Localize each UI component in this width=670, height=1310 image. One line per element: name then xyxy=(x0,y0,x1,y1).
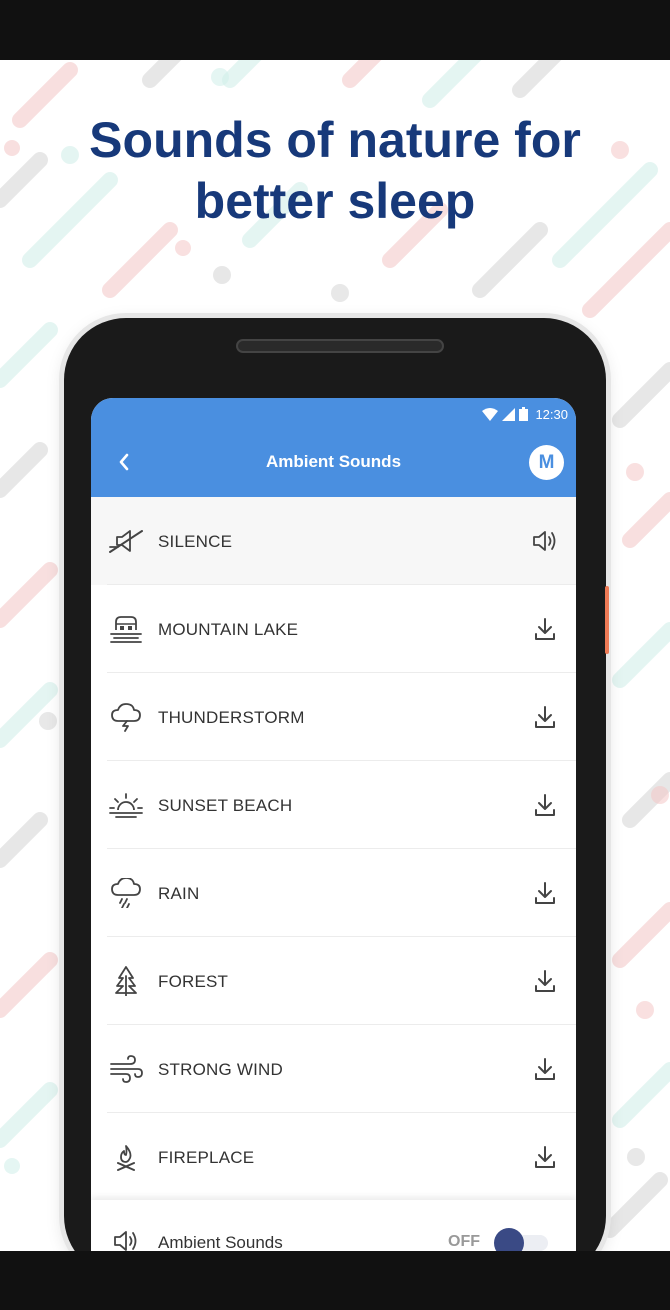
mute-icon xyxy=(109,530,143,553)
download-icon[interactable] xyxy=(531,1055,559,1083)
toggle-state-label: OFF xyxy=(448,1233,480,1250)
wifi-icon xyxy=(482,407,499,421)
sound-item-strong-wind[interactable]: STRONG WIND xyxy=(91,1025,576,1113)
toggle-knob xyxy=(494,1228,524,1251)
sound-item-thunderstorm[interactable]: THUNDERSTORM xyxy=(91,673,576,761)
sound-list: SILENCE MOUNTAIN LAKE THUNDERSTORM SUNSE… xyxy=(91,497,576,1201)
sound-item-forest[interactable]: FOREST xyxy=(91,937,576,1025)
promo-canvas: Sounds of nature for better sleep 12:30 … xyxy=(0,60,670,1251)
top-letterbox xyxy=(0,0,670,60)
battery-icon xyxy=(519,407,529,421)
sound-label: MOUNTAIN LAKE xyxy=(158,620,299,639)
sound-label: FOREST xyxy=(158,972,229,991)
download-icon[interactable] xyxy=(531,879,559,907)
download-icon[interactable] xyxy=(531,615,559,643)
app-screen: 12:30 Ambient Sounds M SILENCE MOUNTAIN … xyxy=(91,398,576,1251)
status-bar: 12:30 xyxy=(482,406,568,422)
download-icon[interactable] xyxy=(531,1143,559,1171)
app-bar: 12:30 Ambient Sounds M xyxy=(91,398,576,497)
speaker-icon[interactable] xyxy=(531,527,559,555)
sound-label: SILENCE xyxy=(158,532,233,551)
fire-icon xyxy=(117,1145,135,1171)
download-icon[interactable] xyxy=(531,703,559,731)
thunderstorm-icon xyxy=(111,703,141,732)
avatar[interactable]: M xyxy=(529,445,564,480)
sound-item-silence[interactable]: SILENCE xyxy=(91,497,576,585)
tree-icon xyxy=(115,966,137,996)
sound-item-rain[interactable]: RAIN xyxy=(91,849,576,937)
sound-label: STRONG WIND xyxy=(158,1060,283,1079)
sound-item-mountain-lake[interactable]: MOUNTAIN LAKE xyxy=(91,585,576,673)
ambient-sounds-toggle[interactable] xyxy=(494,1228,550,1251)
phone-side-button xyxy=(605,586,609,654)
rain-icon xyxy=(111,878,141,908)
sound-label: SUNSET BEACH xyxy=(158,796,293,815)
sound-label: THUNDERSTORM xyxy=(158,708,305,727)
headline-line-1: Sounds of nature for xyxy=(89,112,581,168)
sound-label: RAIN xyxy=(158,884,200,903)
headline-line-2: better sleep xyxy=(194,173,476,229)
footer-label: Ambient Sounds xyxy=(158,1233,283,1251)
sound-item-fireplace[interactable]: FIREPLACE xyxy=(91,1113,576,1201)
sound-item-sunset-beach[interactable]: SUNSET BEACH xyxy=(91,761,576,849)
promo-headline: Sounds of nature for better sleep xyxy=(0,110,670,232)
sunset-icon xyxy=(109,793,143,818)
ambient-sounds-footer: Ambient Sounds OFF xyxy=(91,1200,576,1251)
wind-icon xyxy=(110,1055,143,1083)
download-icon[interactable] xyxy=(531,791,559,819)
sound-label: FIREPLACE xyxy=(158,1148,255,1167)
signal-icon xyxy=(502,407,516,421)
mountain-lake-icon xyxy=(110,616,142,643)
phone-speaker xyxy=(236,339,444,353)
app-bar-title: Ambient Sounds xyxy=(265,452,402,471)
speaker-icon xyxy=(114,1231,137,1251)
status-time: 12:30 xyxy=(535,406,568,422)
phone-frame: 12:30 Ambient Sounds M SILENCE MOUNTAIN … xyxy=(64,318,609,1251)
bottom-letterbox xyxy=(0,1251,670,1310)
download-icon[interactable] xyxy=(531,967,559,995)
